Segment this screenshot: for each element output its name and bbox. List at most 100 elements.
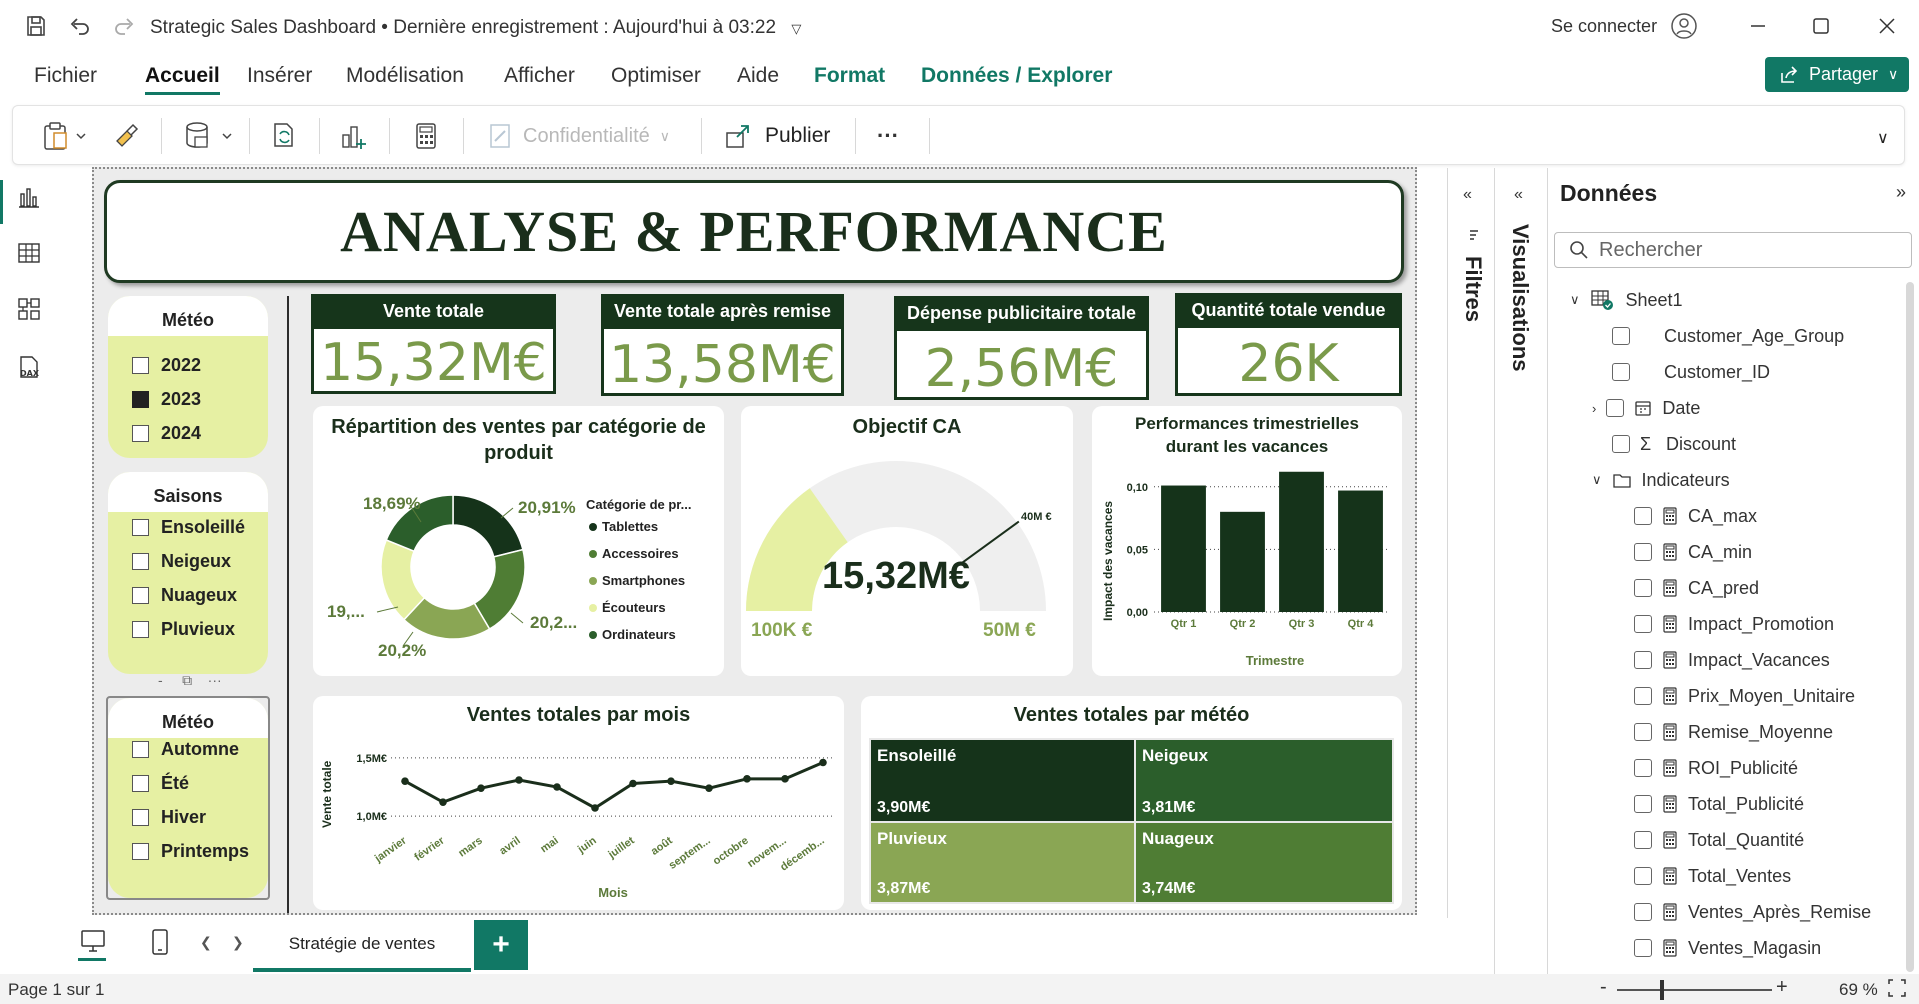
- treemap-card[interactable]: Ventes totales par météo Ensoleillé 3,90…: [861, 696, 1402, 910]
- measure-row[interactable]: CA_min: [1634, 538, 1752, 566]
- collapse-filters-icon[interactable]: «: [1463, 186, 1472, 204]
- minimize-icon[interactable]: [1744, 12, 1772, 40]
- scroll-right-icon[interactable]: ❯: [232, 934, 244, 951]
- document-title[interactable]: Strategic Sales Dashboard • Dernière enr…: [150, 17, 801, 39]
- monthly-line-chart-card[interactable]: Ventes totales par mois 1,0M€ 1,5M€ janvie…: [313, 696, 844, 910]
- dax-query-view-icon[interactable]: DAX: [16, 354, 46, 384]
- menu-optimiser[interactable]: Optimiser: [611, 64, 701, 88]
- slicer-option[interactable]: Ensoleillé: [132, 514, 245, 540]
- kpi-card-ad-spend[interactable]: Dépense publicitaire totale 2,56M€: [894, 296, 1149, 400]
- checkbox[interactable]: [1606, 399, 1625, 417]
- model-view-icon[interactable]: [16, 296, 46, 326]
- measure-row[interactable]: CA_max: [1634, 502, 1757, 530]
- field-row[interactable]: Customer_ID: [1612, 358, 1770, 386]
- checkbox[interactable]: [1634, 759, 1652, 777]
- user-avatar-icon[interactable]: [1670, 12, 1698, 40]
- slicer-option[interactable]: 2022: [132, 352, 201, 378]
- checkbox[interactable]: [1634, 939, 1652, 957]
- menu-aide[interactable]: Aide: [737, 64, 779, 88]
- slicer-option[interactable]: 2024: [132, 420, 201, 446]
- desktop-layout-icon[interactable]: [80, 928, 106, 954]
- checkbox[interactable]: [1634, 579, 1652, 597]
- visual-header-icons[interactable]: - ⧉ ···: [158, 672, 222, 689]
- field-row[interactable]: Σ Discount: [1612, 430, 1736, 458]
- measure-row[interactable]: Total_Quantité: [1634, 826, 1804, 854]
- checkbox[interactable]: [1634, 543, 1652, 561]
- new-measure-button[interactable]: [411, 120, 441, 152]
- zoom-level[interactable]: 69 %: [1839, 980, 1878, 1000]
- treemap-cell-ensoleille[interactable]: Ensoleillé 3,90M€: [871, 740, 1134, 821]
- paste-button[interactable]: [41, 120, 91, 152]
- page-tab-strategie[interactable]: Stratégie de ventes: [253, 920, 471, 972]
- measure-row[interactable]: Impact_Vacances: [1634, 646, 1830, 674]
- checkbox[interactable]: [1634, 507, 1652, 525]
- data-pane-scrollbar[interactable]: [1906, 282, 1914, 972]
- checkbox[interactable]: [1634, 615, 1652, 633]
- report-view-icon[interactable]: [16, 184, 46, 214]
- menu-format[interactable]: Format: [814, 64, 885, 88]
- format-painter-button[interactable]: [111, 120, 141, 152]
- checkbox[interactable]: [132, 356, 149, 374]
- zoom-in-icon[interactable]: +: [1776, 976, 1788, 999]
- slicer-option[interactable]: 2023: [132, 386, 201, 412]
- save-icon[interactable]: [22, 12, 50, 40]
- kpi-card-total-sales[interactable]: Vente totale 15,32M€: [311, 294, 556, 394]
- get-data-button[interactable]: [183, 120, 239, 152]
- checkbox[interactable]: [1634, 831, 1652, 849]
- scroll-left-icon[interactable]: ❮: [200, 934, 212, 951]
- table-node-sheet1[interactable]: ∨ Sheet1: [1570, 286, 1683, 314]
- refresh-button[interactable]: [269, 120, 299, 152]
- checkbox[interactable]: [132, 620, 149, 638]
- field-row-date[interactable]: › Date: [1592, 394, 1700, 422]
- donut-chart-card[interactable]: Répartition des ventes par catégorie de …: [313, 406, 724, 676]
- checkbox[interactable]: [132, 424, 149, 442]
- close-icon[interactable]: [1873, 12, 1901, 40]
- field-row[interactable]: Customer_Age_Group: [1612, 322, 1844, 350]
- expand-pane-icon[interactable]: »: [1896, 182, 1906, 203]
- slicer-year[interactable]: Météo 2022 2023 2024: [108, 296, 268, 458]
- menu-modelisation[interactable]: Modélisation: [346, 64, 464, 88]
- visualizations-pane-label[interactable]: Visualisations: [1507, 224, 1533, 372]
- undo-icon[interactable]: [66, 12, 94, 40]
- measure-row[interactable]: Total_Ventes: [1634, 862, 1791, 890]
- folder-row-indicateurs[interactable]: ∨ Indicateurs: [1592, 466, 1730, 494]
- checkbox[interactable]: [1634, 795, 1652, 813]
- treemap-cell-pluvieux[interactable]: Pluvieux 3,87M€: [871, 823, 1134, 902]
- measure-row[interactable]: CA_pred: [1634, 574, 1759, 602]
- measure-row[interactable]: ROI_Publicité: [1634, 754, 1798, 782]
- menu-afficher[interactable]: Afficher: [504, 64, 575, 88]
- slicer-option[interactable]: Nuageux: [132, 582, 237, 608]
- filters-pane-label[interactable]: Filtres: [1460, 256, 1486, 322]
- checkbox[interactable]: [1612, 327, 1630, 345]
- chevron-down-icon[interactable]: ▽: [791, 21, 801, 36]
- kpi-card-sales-after-discount[interactable]: Vente totale après remise 13,58M€: [601, 294, 844, 396]
- more-options-button[interactable]: ···: [877, 120, 899, 152]
- menu-fichier[interactable]: Fichier: [34, 64, 97, 88]
- checkbox[interactable]: [132, 518, 149, 536]
- chevron-down-icon[interactable]: ∨: [1570, 292, 1580, 308]
- checkbox[interactable]: [1634, 723, 1652, 741]
- chevron-right-icon[interactable]: ›: [1592, 401, 1596, 416]
- zoom-slider-thumb[interactable]: [1660, 980, 1664, 1000]
- measure-row[interactable]: Prix_Moyen_Unitaire: [1634, 682, 1855, 710]
- measure-row[interactable]: Ventes_Magasin: [1634, 934, 1821, 962]
- measure-row[interactable]: Impact_Promotion: [1634, 610, 1834, 638]
- mobile-layout-icon[interactable]: [150, 928, 170, 956]
- checkbox[interactable]: [1634, 867, 1652, 885]
- checkbox[interactable]: [1634, 651, 1652, 669]
- search-input[interactable]: Rechercher: [1554, 232, 1912, 268]
- maximize-icon[interactable]: [1807, 12, 1835, 40]
- add-page-button[interactable]: +: [474, 920, 528, 970]
- confidentiality-button[interactable]: Confidentialité ∨: [487, 120, 670, 152]
- menu-accueil[interactable]: Accueil: [145, 64, 220, 95]
- collapse-visualizations-icon[interactable]: «: [1514, 186, 1523, 204]
- table-view-icon[interactable]: [16, 240, 46, 270]
- sign-in-link[interactable]: Se connecter: [1551, 16, 1657, 37]
- measure-row[interactable]: Remise_Moyenne: [1634, 718, 1833, 746]
- kpi-card-total-quantity[interactable]: Quantité totale vendue 26K: [1175, 293, 1402, 396]
- ribbon-collapse-chevron-icon[interactable]: ∨: [1877, 122, 1889, 154]
- zoom-slider[interactable]: [1617, 989, 1772, 991]
- publish-button[interactable]: Publier: [723, 120, 830, 152]
- zoom-out-icon[interactable]: -: [1600, 976, 1607, 999]
- measure-row[interactable]: Ventes_Après_Remise: [1634, 898, 1871, 926]
